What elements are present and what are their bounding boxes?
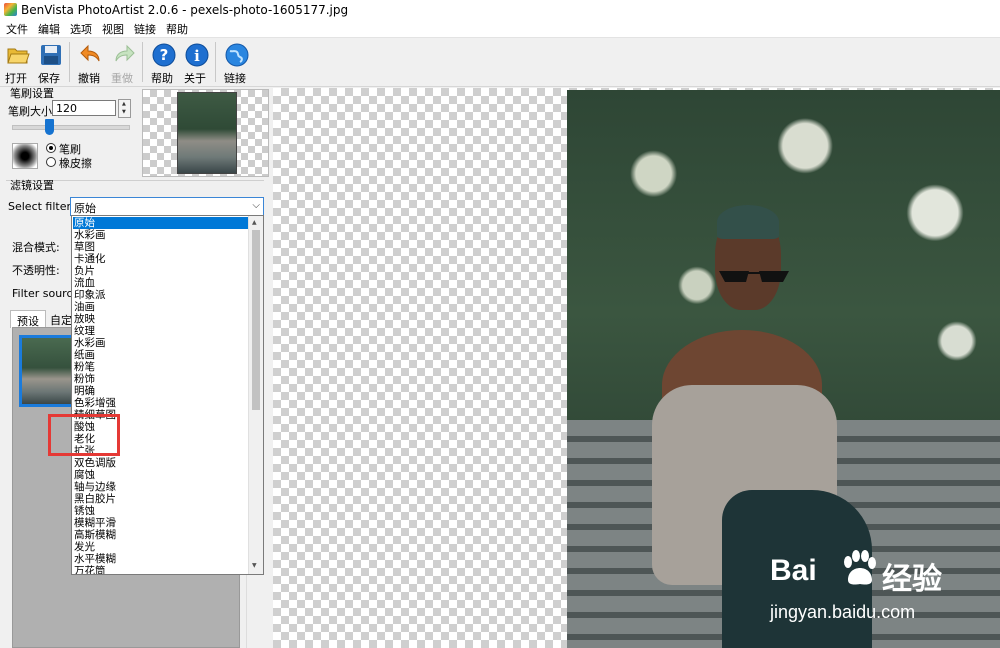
menu-view[interactable]: 视图 bbox=[102, 21, 124, 37]
filter-select-value: 原始 bbox=[74, 202, 96, 215]
about-button[interactable]: i 关于 bbox=[179, 40, 211, 85]
redo-arrow-icon bbox=[115, 44, 135, 62]
svg-text:i: i bbox=[194, 47, 200, 65]
dropdown-option[interactable]: 卡通化 bbox=[73, 253, 250, 265]
dropdown-option[interactable]: 水平模糊 bbox=[73, 553, 250, 565]
scroll-down-icon[interactable]: ▼ bbox=[252, 562, 257, 569]
link-button[interactable]: 链接 bbox=[219, 40, 251, 85]
filter-dropdown-list[interactable]: 原始 水彩画 草图 卡通化 负片 流血 印象派 油画 放映 纹理 水彩画 纸画 … bbox=[71, 215, 264, 575]
dropdown-scrollbar[interactable]: ▲ ▼ bbox=[248, 216, 263, 574]
globe-link-icon bbox=[225, 43, 249, 67]
watermark-brand-cn: 经验 bbox=[882, 563, 942, 596]
save-label: 保存 bbox=[38, 72, 60, 85]
spin-up-icon[interactable]: ▲ bbox=[122, 101, 126, 107]
dropdown-option[interactable]: 轴与边缘 bbox=[73, 481, 250, 493]
watermark-brand: Bai bbox=[770, 554, 817, 587]
dropdown-option[interactable]: 万花筒 bbox=[73, 565, 250, 574]
filter-select[interactable]: 原始 ⌵ bbox=[70, 197, 264, 216]
toolbar: 打开 保存 撤销 重做 ? 帮助 i 关于 链接 bbox=[0, 38, 1000, 87]
brush-size-slider-track[interactable] bbox=[12, 125, 130, 130]
brush-preview bbox=[12, 143, 38, 169]
eraser-mode-label[interactable]: 橡皮擦 bbox=[59, 155, 92, 171]
sunglasses-icon bbox=[719, 271, 789, 282]
dropdown-option[interactable]: 原始 bbox=[73, 217, 250, 229]
watermark-url: jingyan.baidu.com bbox=[770, 602, 916, 622]
undo-arrow-icon bbox=[80, 44, 100, 62]
dropdown-option[interactable]: 草图 bbox=[73, 241, 250, 253]
dropdown-option[interactable]: 印象派 bbox=[73, 289, 250, 301]
svg-text:?: ? bbox=[160, 46, 169, 64]
brush-size-label: 笔刷大小: bbox=[8, 105, 56, 118]
navigator-thumbnail[interactable] bbox=[142, 89, 269, 177]
dropdown-option[interactable]: 流血 bbox=[73, 277, 250, 289]
menu-link[interactable]: 链接 bbox=[134, 21, 156, 37]
brush-size-input[interactable]: 120 bbox=[52, 100, 116, 116]
blend-mode-label: 混合模式: bbox=[12, 241, 60, 254]
menu-help[interactable]: 帮助 bbox=[166, 21, 188, 37]
info-icon: i bbox=[185, 43, 209, 67]
dropdown-scroll-thumb[interactable] bbox=[252, 230, 260, 410]
menu-options[interactable]: 选项 bbox=[70, 21, 92, 37]
save-button[interactable]: 保存 bbox=[33, 40, 65, 85]
menu-edit[interactable]: 编辑 bbox=[38, 21, 60, 37]
brush-settings-heading: 笔刷设置 bbox=[10, 87, 54, 100]
dropdown-option[interactable]: 模糊平滑 bbox=[73, 517, 250, 529]
dropdown-option[interactable]: 粉饰 bbox=[73, 373, 250, 385]
dropdown-option[interactable]: 黑白胶片 bbox=[73, 493, 250, 505]
redo-button[interactable]: 重做 bbox=[106, 40, 138, 85]
dropdown-option[interactable]: 明确 bbox=[73, 385, 250, 397]
opacity-label: 不透明性: bbox=[12, 264, 60, 277]
app-logo-icon bbox=[4, 3, 17, 16]
dropdown-option[interactable]: 放映 bbox=[73, 313, 250, 325]
tab-presets[interactable]: 预设 bbox=[10, 310, 46, 328]
brush-size-spinner[interactable]: ▲ ▼ bbox=[118, 99, 131, 118]
brush-mode-radio[interactable] bbox=[46, 143, 56, 153]
dropdown-option[interactable]: 粉笔 bbox=[73, 361, 250, 373]
chevron-down-icon[interactable]: ⌵ bbox=[252, 200, 260, 211]
window-title: BenVista PhotoArtist 2.0.6 - pexels-phot… bbox=[21, 3, 349, 17]
folder-open-icon bbox=[7, 48, 30, 64]
about-label: 关于 bbox=[184, 72, 206, 85]
dropdown-option[interactable]: 纹理 bbox=[73, 325, 250, 337]
dropdown-option[interactable]: 腐蚀 bbox=[73, 469, 250, 481]
filter-settings-heading: 滤镜设置 bbox=[10, 179, 54, 192]
spin-down-icon[interactable]: ▼ bbox=[122, 109, 126, 115]
paw-logo-icon bbox=[844, 550, 876, 585]
title-bar: BenVista PhotoArtist 2.0.6 - pexels-phot… bbox=[0, 0, 1000, 20]
select-filter-label: Select filter: bbox=[8, 200, 75, 213]
menu-bar: 文件 编辑 选项 视图 链接 帮助 bbox=[0, 20, 1000, 38]
redo-label: 重做 bbox=[111, 72, 133, 85]
dropdown-option[interactable]: 发光 bbox=[73, 541, 250, 553]
person-hair bbox=[717, 205, 779, 239]
thumbnail-photo bbox=[177, 92, 237, 174]
scroll-up-icon[interactable]: ▲ bbox=[252, 219, 257, 226]
dropdown-option[interactable]: 纸画 bbox=[73, 349, 250, 361]
dropdown-option[interactable]: 负片 bbox=[73, 265, 250, 277]
highlight-annotation bbox=[48, 414, 120, 456]
menu-file[interactable]: 文件 bbox=[6, 21, 28, 37]
help-question-icon: ? bbox=[152, 43, 176, 67]
dropdown-option[interactable]: 水彩画 bbox=[73, 229, 250, 241]
floppy-disk-icon bbox=[41, 45, 61, 65]
dropdown-option[interactable]: 双色调版 bbox=[73, 457, 250, 469]
dropdown-option[interactable]: 锈蚀 bbox=[73, 505, 250, 517]
dropdown-option[interactable]: 水彩画 bbox=[73, 337, 250, 349]
dropdown-option[interactable]: 高斯模糊 bbox=[73, 529, 250, 541]
dropdown-option[interactable]: 色彩增强 bbox=[73, 397, 250, 409]
eraser-mode-radio[interactable] bbox=[46, 157, 56, 167]
link-label: 链接 bbox=[224, 72, 246, 85]
dropdown-option[interactable]: 油画 bbox=[73, 301, 250, 313]
brush-size-slider-thumb[interactable] bbox=[45, 119, 54, 135]
